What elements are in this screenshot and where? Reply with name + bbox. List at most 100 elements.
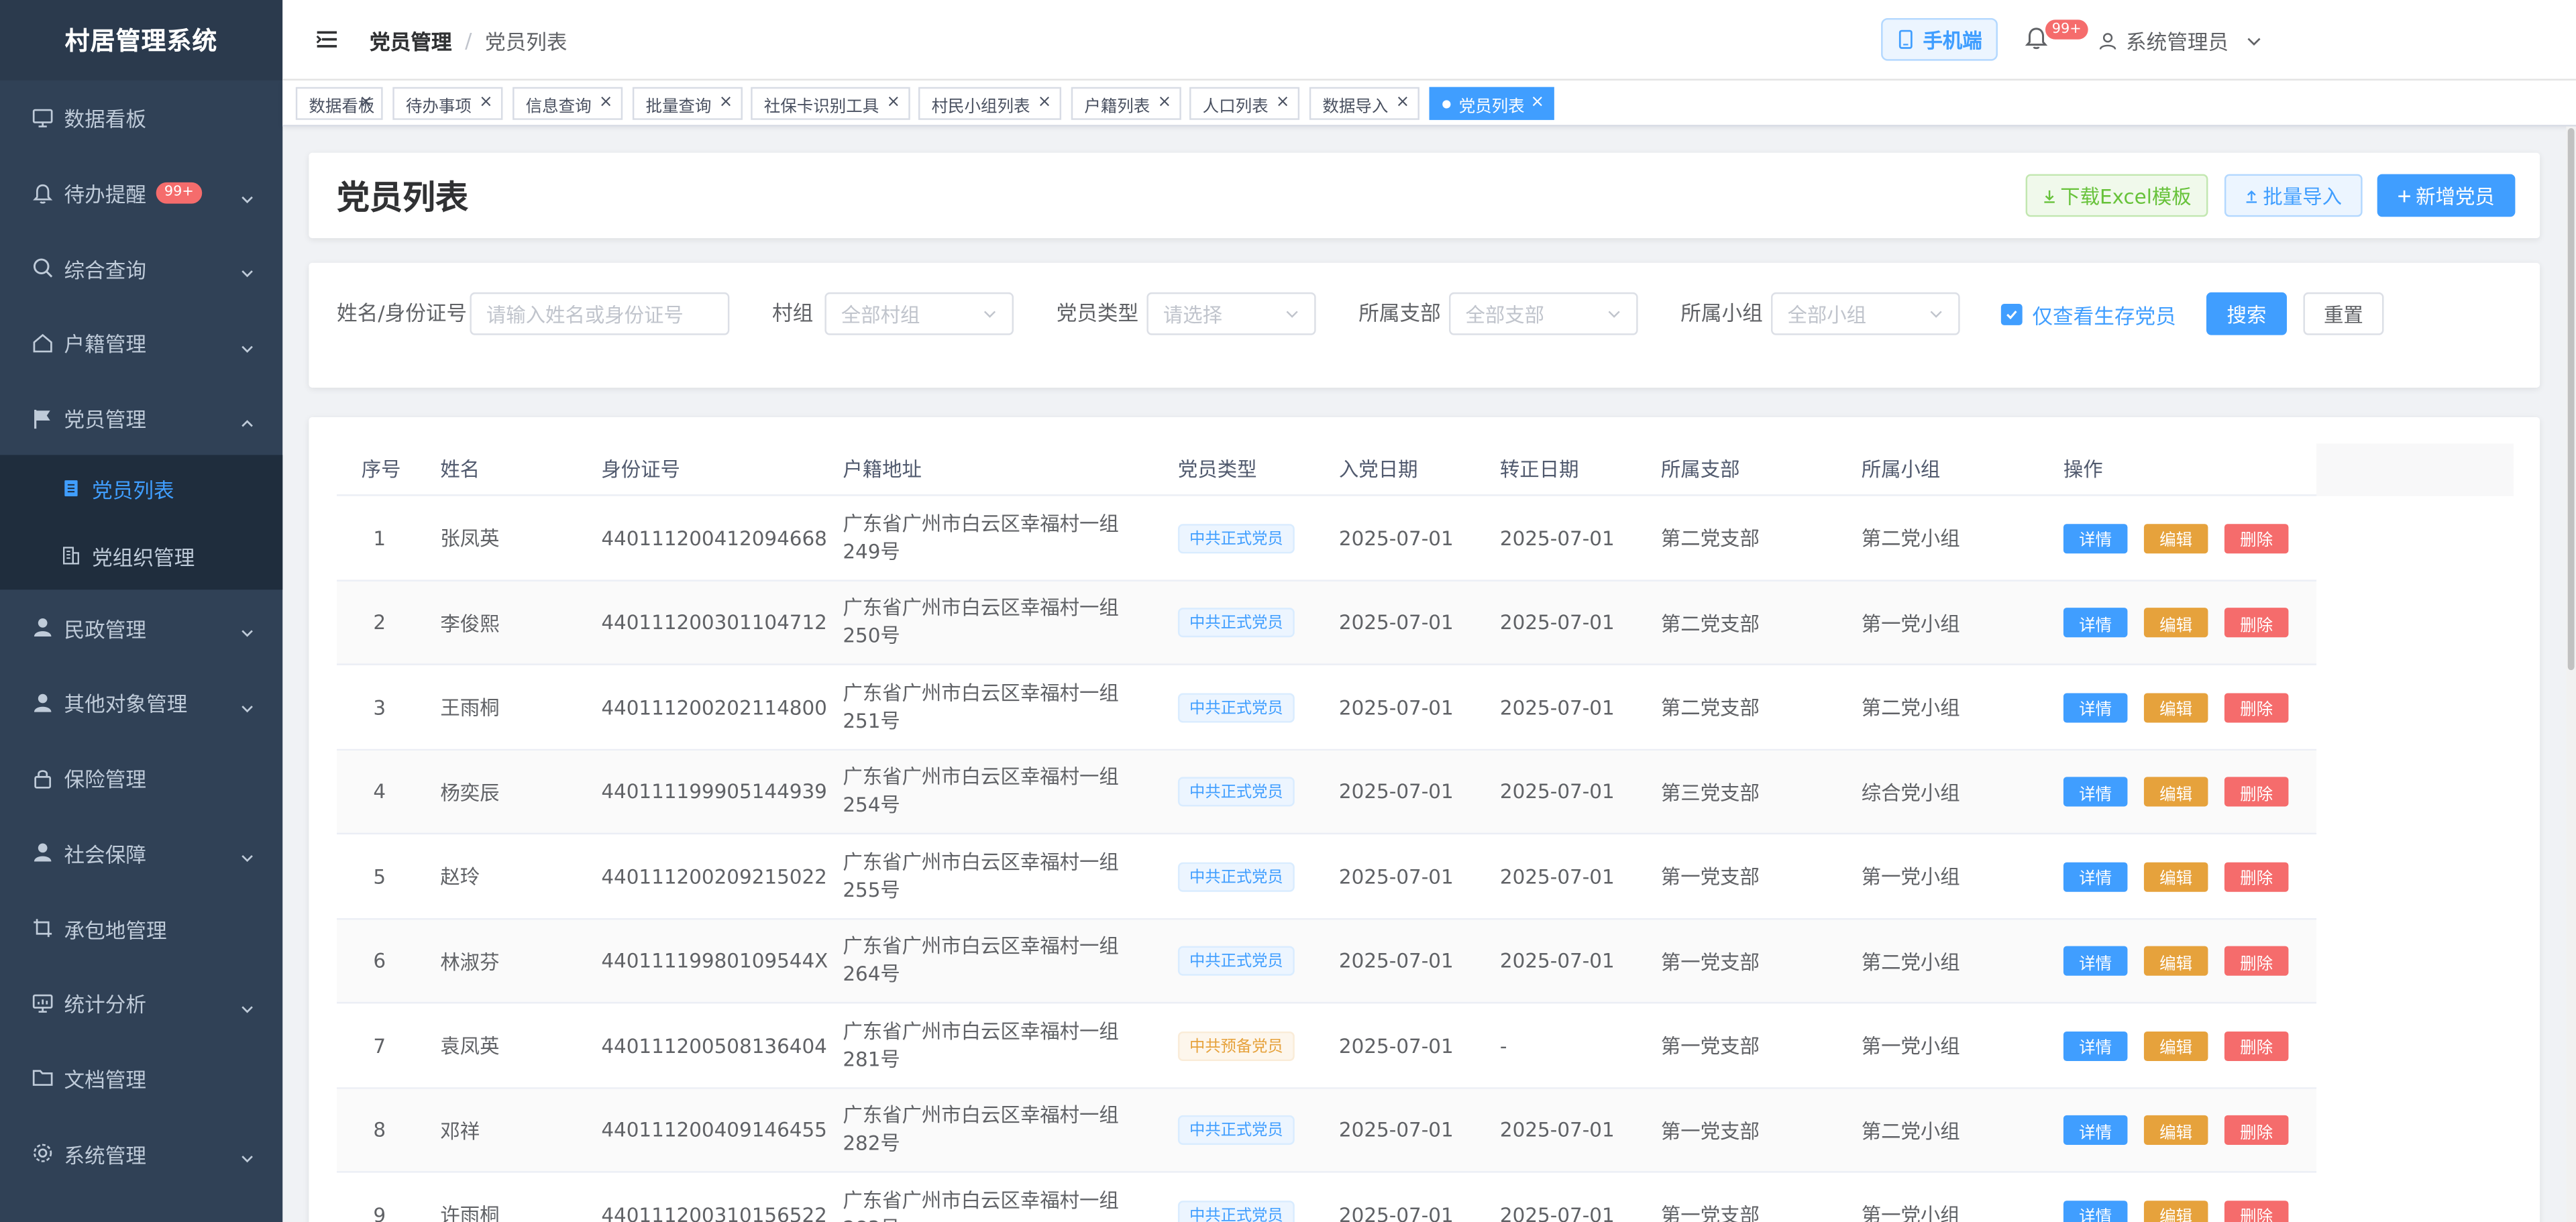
name-search-input[interactable]: 请输入姓名或身份证号 [470, 292, 730, 335]
delete-button[interactable]: 删除 [2224, 861, 2289, 891]
tag-item[interactable]: 村民小组列表 × [918, 87, 1062, 120]
name-search-placeholder: 请输入姓名或身份证号 [486, 302, 684, 327]
tag-label: 数据导入 [1322, 97, 1389, 116]
close-icon[interactable]: × [359, 95, 373, 111]
delete-button[interactable]: 删除 [2224, 1199, 2289, 1222]
tag-item[interactable]: 人口列表 × [1189, 87, 1300, 120]
tag-item[interactable]: 批量查询 × [632, 87, 743, 120]
edit-button[interactable]: 编辑 [2143, 608, 2208, 638]
detail-button[interactable]: 详情 [2063, 1199, 2128, 1222]
edit-button[interactable]: 编辑 [2143, 777, 2208, 807]
close-icon[interactable]: × [1530, 95, 1544, 111]
detail-button[interactable]: 详情 [2063, 946, 2128, 976]
tag-item[interactable]: 待办事项 × [392, 87, 503, 120]
edit-button[interactable]: 编辑 [2143, 861, 2208, 891]
table-row[interactable]: 1 张凤英 440111200412094668 广东省广州市白云区幸福村一组249号… [337, 496, 2317, 581]
tag-item[interactable]: 数据看板 × [295, 87, 383, 120]
sidebar-item[interactable]: 待办提醒 99+ [0, 156, 282, 231]
table-row[interactable]: 6 林淑芬 44011119980109544X 广东省广州市白云区幸福村一组264号… [337, 919, 2317, 1004]
cell-branch: 第三党支部 [1660, 781, 1760, 805]
table-row[interactable]: 4 杨奕辰 440111199905144939 广东省广州市白云区幸福村一组254号… [337, 749, 2317, 835]
close-icon[interactable]: × [1158, 95, 1172, 111]
cell-branch: 第二党支部 [1660, 527, 1760, 551]
branch-select[interactable]: 全部支部 [1449, 292, 1638, 335]
sidebar-item[interactable]: 承包地管理 [0, 891, 282, 966]
edit-button[interactable]: 编辑 [2143, 1030, 2208, 1060]
detail-button[interactable]: 详情 [2063, 692, 2128, 722]
edit-button[interactable]: 编辑 [2143, 523, 2208, 553]
close-icon[interactable]: × [719, 95, 733, 111]
table-row[interactable]: 7 袁凤英 440111200508136404 广东省广州市白云区幸福村一组281号… [337, 1003, 2317, 1089]
cell-name: 杨奕辰 [440, 781, 500, 805]
download-template-label: 下载Excel模板 [2060, 184, 2192, 208]
close-icon[interactable]: × [1276, 95, 1290, 111]
sidebar-item[interactable]: 综合查询 [0, 231, 282, 306]
type-select[interactable]: 请选择 [1146, 292, 1316, 335]
sidebar-item[interactable]: 文档管理 [0, 1041, 282, 1116]
detail-button[interactable]: 详情 [2063, 861, 2128, 891]
delete-button[interactable]: 删除 [2224, 1115, 2289, 1145]
reset-button[interactable]: 重置 [2303, 292, 2384, 335]
close-icon[interactable]: × [1038, 95, 1052, 111]
delete-button[interactable]: 删除 [2224, 608, 2289, 638]
delete-button[interactable]: 删除 [2224, 777, 2289, 807]
close-icon[interactable]: × [886, 95, 900, 111]
close-icon[interactable]: × [599, 95, 613, 111]
sidebar-item[interactable]: 社会保障 [0, 816, 282, 891]
download-icon [2044, 189, 2055, 203]
page-scrollbar-thumb[interactable] [2567, 128, 2575, 671]
village-select[interactable]: 全部村组 [824, 292, 1014, 335]
detail-button[interactable]: 详情 [2063, 608, 2128, 638]
sidebar-item[interactable]: 系统管理 [0, 1115, 282, 1190]
close-icon[interactable]: × [1396, 95, 1410, 111]
mobile-button[interactable]: 手机端 [1881, 17, 1998, 61]
edit-button[interactable]: 编辑 [2143, 1199, 2208, 1222]
table-row[interactable]: 5 赵玲 440111200209215022 广东省广州市白云区幸福村一组255号 2… [337, 834, 2317, 920]
edit-button[interactable]: 编辑 [2143, 1115, 2208, 1145]
sidebar-item[interactable]: 其他对象管理 [0, 665, 282, 740]
detail-button[interactable]: 详情 [2063, 1030, 2128, 1060]
add-member-button[interactable]: 新增党员 [2377, 174, 2516, 217]
batch-import-button[interactable]: 批量导入 [2224, 174, 2363, 217]
sidebar-item-label: 系统管理 [64, 1142, 146, 1168]
tag-item[interactable]: 信息查询 × [513, 87, 623, 120]
delete-button[interactable]: 删除 [2224, 1030, 2289, 1060]
detail-button[interactable]: 详情 [2063, 777, 2128, 807]
sidebar-item[interactable]: 党员管理 [0, 381, 282, 456]
sidebar-item[interactable]: 统计分析 [0, 966, 282, 1041]
delete-button[interactable]: 删除 [2224, 692, 2289, 722]
tag-item[interactable]: 数据导入 × [1309, 87, 1419, 120]
hamburger-icon[interactable] [315, 28, 338, 51]
delete-button[interactable]: 删除 [2224, 523, 2289, 553]
tag-active[interactable]: 党员列表 × [1429, 87, 1554, 120]
sidebar-item[interactable]: 户籍管理 [0, 306, 282, 381]
table-row[interactable]: 2 李俊熙 440111200301104712 广东省广州市白云区幸福村一组250号… [337, 580, 2317, 665]
breadcrumb-separator: / [465, 27, 472, 53]
sidebar-item[interactable]: 保险管理 [0, 740, 282, 816]
sidebar-item[interactable]: 数据看板 [0, 80, 282, 156]
table-row[interactable]: 3 王雨桐 440111200202114800 广东省广州市白云区幸福村一组251号… [337, 665, 2317, 750]
user-menu[interactable]: 系统管理员 [2098, 0, 2261, 80]
search-button[interactable]: 搜索 [2206, 292, 2287, 335]
tag-item[interactable]: 户籍列表 × [1071, 87, 1181, 120]
breadcrumb-item-1[interactable]: 党员管理 [370, 25, 451, 56]
delete-button[interactable]: 删除 [2224, 946, 2289, 976]
cell-formal-date: 2025-07-01 [1499, 1119, 1615, 1142]
chevron-down-icon [240, 336, 255, 353]
close-icon[interactable]: × [479, 95, 493, 111]
submenu-item[interactable]: 党组织管理 [0, 523, 282, 590]
sidebar-item-label: 承包地管理 [64, 917, 167, 942]
alive-only-checkbox[interactable]: 仅查看生存党员 [2000, 292, 2176, 335]
group-select[interactable]: 全部小组 [1771, 292, 1960, 335]
tag-item[interactable]: 社保卡识别工具 × [751, 87, 910, 120]
sidebar-item[interactable]: 民政管理 [0, 590, 282, 665]
table-row[interactable]: 9 许雨桐 440111200310156522 广东省广州市白云区幸福村一组283号… [337, 1173, 2316, 1222]
table-row[interactable]: 8 邓祥 440111200409146455 广东省广州市白云区幸福村一组282号 2… [337, 1088, 2317, 1173]
edit-button[interactable]: 编辑 [2143, 946, 2208, 976]
user-icon [32, 842, 54, 865]
detail-button[interactable]: 详情 [2063, 523, 2128, 553]
download-template-button[interactable]: 下载Excel模板 [2025, 174, 2208, 217]
submenu-item[interactable]: 党员列表 [0, 455, 282, 522]
edit-button[interactable]: 编辑 [2143, 692, 2208, 722]
detail-button[interactable]: 详情 [2063, 1115, 2128, 1145]
